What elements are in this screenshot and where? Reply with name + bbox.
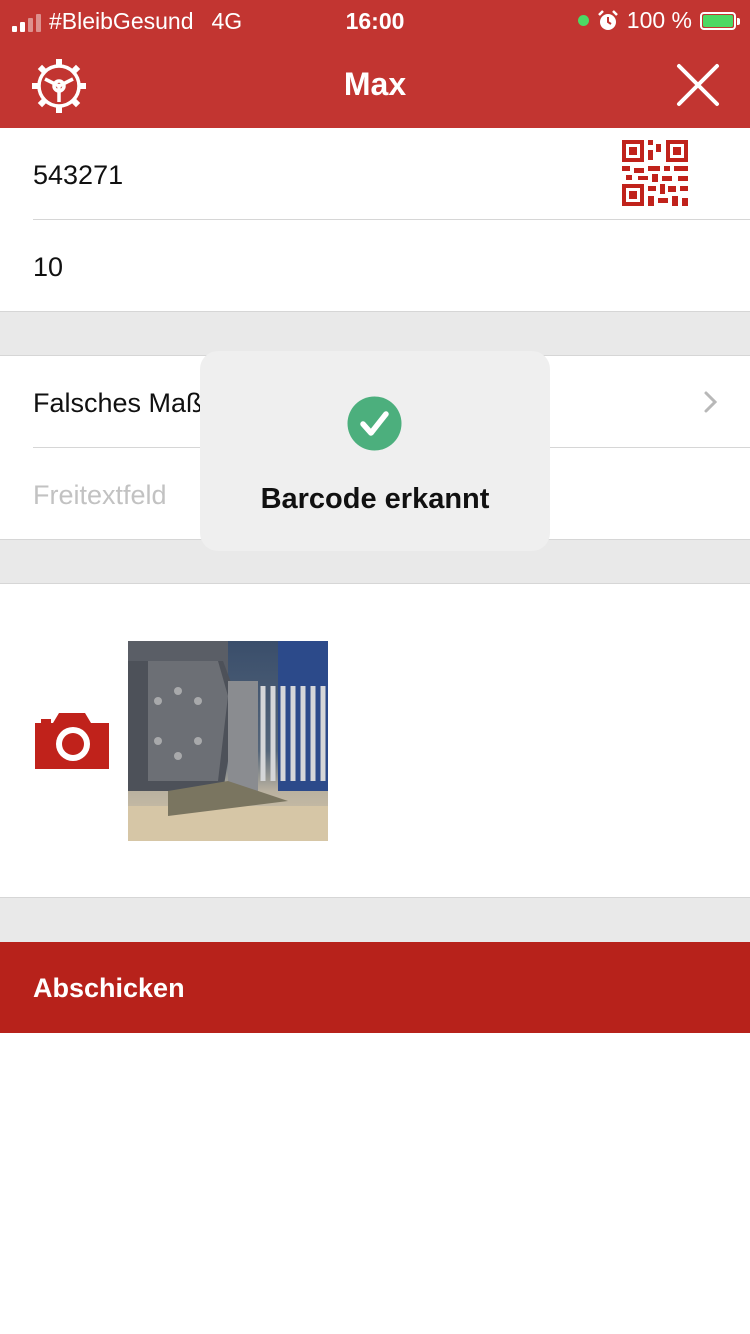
status-bar: #BleibGesund 4G 16:00 100 % [0, 0, 750, 40]
toast-message: Barcode erkannt [260, 483, 490, 515]
section-gap [0, 898, 750, 942]
qr-code-icon[interactable] [622, 140, 688, 206]
reason-value: Falsches Maß [33, 388, 203, 418]
chevron-right-icon [704, 391, 718, 413]
barcode-field[interactable]: 543271 [33, 160, 123, 191]
status-right: 100 % [577, 7, 740, 34]
alarm-icon [597, 9, 618, 30]
mic-indicator-icon [577, 15, 589, 26]
quantity-field[interactable]: 10 [33, 252, 63, 283]
quantity-row[interactable]: 10 [0, 220, 750, 311]
submit-label: Abschicken [33, 973, 185, 1003]
battery-percentage: 100 % [626, 7, 692, 33]
section-gap [0, 312, 750, 355]
camera-icon[interactable] [35, 711, 109, 769]
page-title: Max [343, 66, 407, 102]
nav-bar: Max [0, 40, 750, 128]
freetext-input[interactable]: Freitextfeld [33, 480, 167, 511]
photo-thumbnail[interactable] [128, 641, 328, 841]
close-icon[interactable] [676, 63, 720, 107]
check-circle-icon [347, 396, 402, 451]
success-toast: Barcode erkannt [200, 351, 550, 551]
battery-icon [700, 11, 740, 30]
photo-section [0, 584, 750, 897]
submit-button[interactable]: Abschicken [0, 942, 750, 1033]
